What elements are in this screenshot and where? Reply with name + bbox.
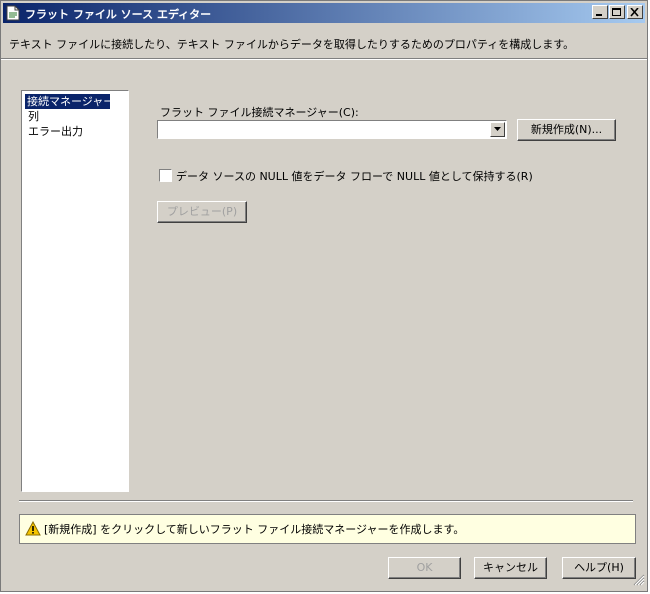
- preview-button-label: プレビュー(P): [166, 205, 238, 218]
- close-icon: [630, 8, 639, 17]
- connection-manager-label: フラット ファイル接続マネージャー(C):: [160, 106, 359, 119]
- document-icon: [6, 5, 20, 21]
- page-description: テキスト ファイルに接続したり、テキスト ファイルからデータを取得したりするため…: [9, 38, 575, 51]
- header-divider: [1, 58, 647, 60]
- minimize-button[interactable]: [592, 5, 608, 19]
- minimize-icon: [596, 14, 602, 16]
- nav-item-connection-manager[interactable]: 接続マネージャー: [25, 94, 114, 109]
- close-button[interactable]: [627, 5, 643, 19]
- page-nav-list[interactable]: 接続マネージャー 列 エラー出力: [21, 90, 129, 492]
- title-bar[interactable]: フラット ファイル ソース エディター: [3, 3, 645, 23]
- window-controls: [591, 5, 643, 19]
- maximize-button[interactable]: [609, 5, 625, 19]
- cancel-button[interactable]: キャンセル: [474, 557, 547, 579]
- preview-button[interactable]: プレビュー(P): [157, 201, 247, 223]
- info-message-text: [新規作成] をクリックして新しいフラット ファイル接続マネージャーを作成します…: [44, 523, 465, 536]
- retain-null-checkbox[interactable]: [159, 169, 172, 182]
- ok-button[interactable]: OK: [388, 557, 461, 579]
- maximize-icon: [612, 8, 621, 16]
- flat-file-source-editor-window: フラット ファイル ソース エディター テキスト ファイルに接続したり、テキスト…: [0, 0, 648, 592]
- footer-divider: [19, 500, 633, 502]
- window-title: フラット ファイル ソース エディター: [25, 8, 212, 21]
- combobox-dropdown-button[interactable]: [490, 122, 505, 137]
- nav-item-error-output[interactable]: エラー出力: [25, 124, 128, 139]
- nav-item-columns[interactable]: 列: [25, 109, 128, 124]
- warning-icon: [25, 520, 41, 539]
- new-connection-button[interactable]: 新規作成(N)...: [517, 119, 616, 141]
- retain-null-label[interactable]: データ ソースの NULL 値をデータ フローで NULL 値として保持する(R…: [176, 168, 533, 184]
- resize-grip-icon[interactable]: [633, 574, 645, 589]
- info-message-bar: [新規作成] をクリックして新しいフラット ファイル接続マネージャーを作成します…: [19, 514, 636, 544]
- help-button[interactable]: ヘルプ(H): [562, 557, 636, 579]
- chevron-down-icon: [494, 127, 501, 131]
- connection-manager-combobox[interactable]: [157, 120, 507, 139]
